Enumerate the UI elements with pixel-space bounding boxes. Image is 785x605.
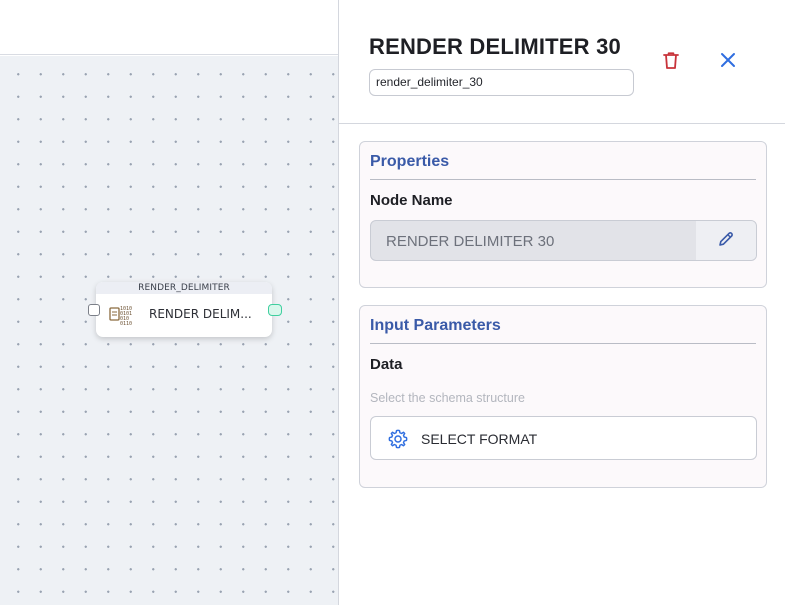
close-icon xyxy=(718,50,738,74)
properties-title: Properties xyxy=(370,153,450,170)
close-panel-button[interactable] xyxy=(715,49,741,75)
render-delimiter-node[interactable]: RENDER_DELIMITER 1010 0101 010 0110 REND… xyxy=(96,282,272,337)
edit-name-button[interactable] xyxy=(696,221,756,260)
panel-title: RENDER DELIMITER 30 xyxy=(369,34,621,59)
node-output-port[interactable] xyxy=(268,304,282,316)
node-id-field[interactable]: render_delimiter_30 xyxy=(369,69,634,96)
section-divider xyxy=(370,179,756,180)
input-parameters-section: Input Parameters Data Select the schema … xyxy=(359,305,767,488)
node-body[interactable]: 1010 0101 010 0110 RENDER DELIM... xyxy=(96,295,272,337)
section-divider xyxy=(370,343,756,344)
select-format-button[interactable]: SELECT FORMAT xyxy=(370,416,757,460)
pencil-icon xyxy=(716,229,736,253)
svg-text:0110: 0110 xyxy=(120,321,132,326)
trash-icon xyxy=(660,49,682,75)
canvas-toolbar xyxy=(0,0,338,55)
node-name-field: RENDER DELIMITER 30 xyxy=(370,220,757,261)
node-input-port[interactable] xyxy=(88,304,100,316)
delete-node-button[interactable] xyxy=(658,49,684,75)
data-label: Data xyxy=(370,356,403,373)
header-divider xyxy=(339,123,785,124)
input-parameters-title: Input Parameters xyxy=(370,317,501,334)
select-format-label: SELECT FORMAT xyxy=(421,431,538,447)
node-properties-panel: RENDER DELIMITER 30 render_delimiter_30 … xyxy=(339,0,785,605)
properties-section: Properties Node Name RENDER DELIMITER 30 xyxy=(359,141,767,288)
node-name-value: RENDER DELIMITER 30 xyxy=(386,233,555,250)
node-type-label: RENDER_DELIMITER xyxy=(96,282,272,294)
schema-hint: Select the schema structure xyxy=(370,391,525,405)
gear-icon xyxy=(387,428,409,450)
flow-canvas-area: RENDER_DELIMITER 1010 0101 010 0110 REND… xyxy=(0,0,338,605)
node-name-label: Node Name xyxy=(370,192,453,209)
binary-data-icon: 1010 0101 010 0110 xyxy=(109,304,135,327)
node-label: RENDER DELIM... xyxy=(149,307,252,321)
